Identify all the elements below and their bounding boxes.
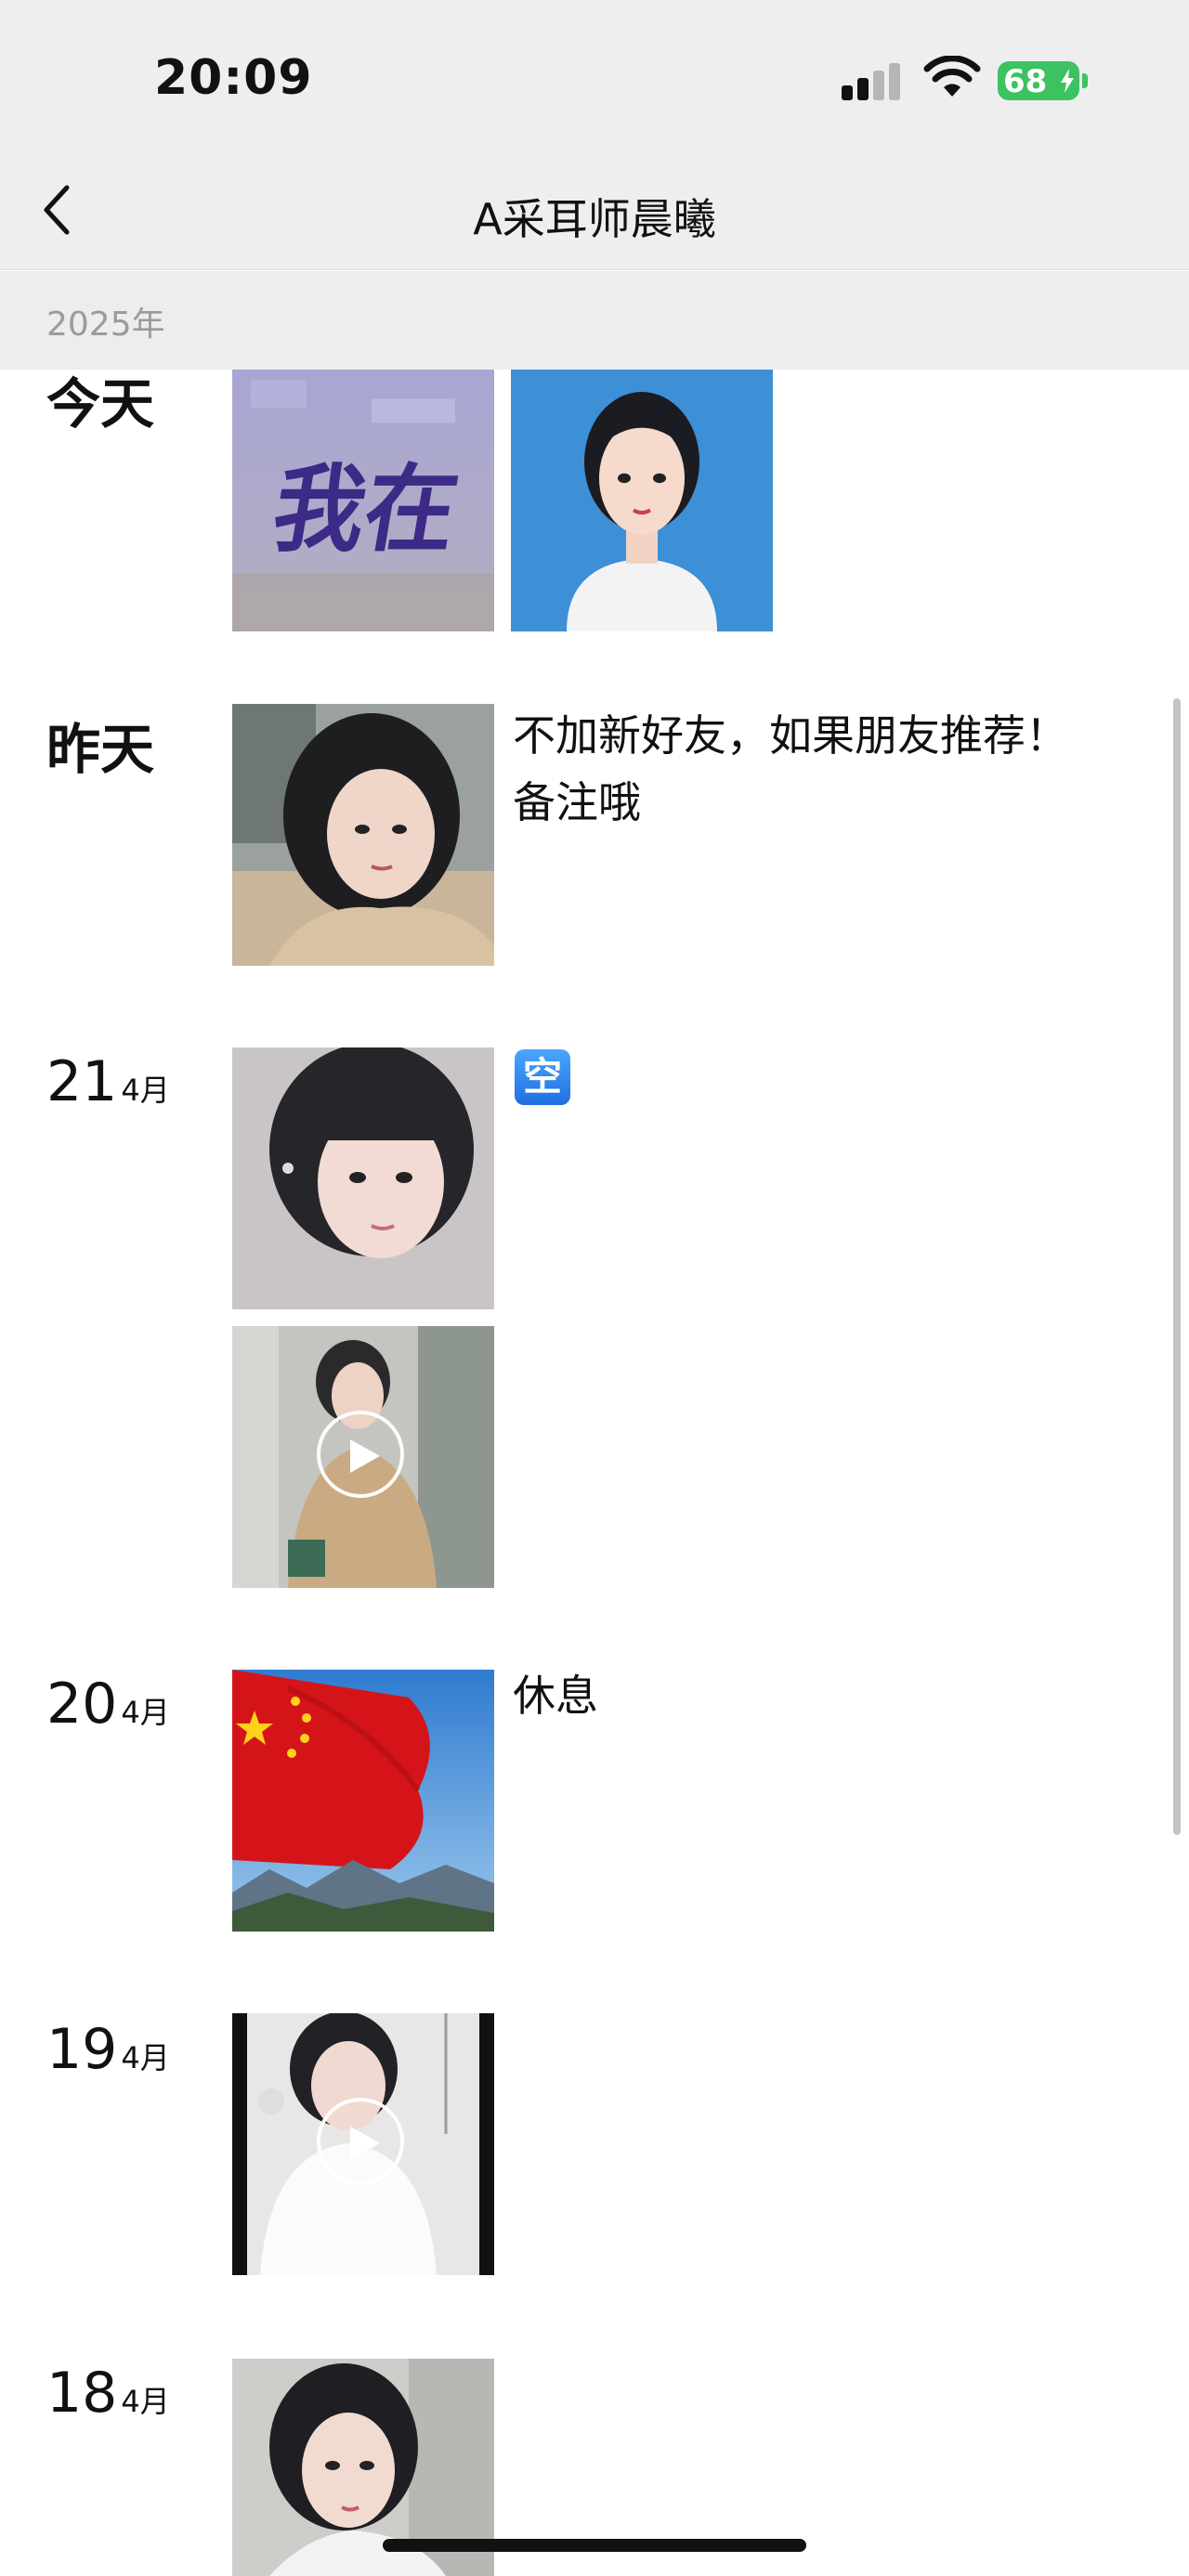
post-date-21: 21 4月: [46, 1049, 170, 1114]
post-text-20: 休息: [513, 1662, 1154, 1729]
date-month: 4月: [121, 2040, 170, 2075]
scrollbar[interactable]: [1173, 698, 1181, 1835]
post-image-calligraphy[interactable]: 我在: [232, 370, 494, 631]
home-indicator[interactable]: [383, 2539, 806, 2552]
wifi-icon: [923, 56, 981, 97]
post-text-yesterday: 不加新好友，如果朋友推荐！ 备注哦: [513, 702, 1154, 836]
post-day-yesterday: 昨天: [46, 718, 155, 781]
badge-kong: 空: [515, 1049, 570, 1105]
post-text-line: 不加新好友，如果朋友推荐！: [513, 710, 1068, 761]
date-day: 18: [46, 2361, 118, 2426]
year-label: 2025年: [46, 306, 165, 344]
cellular-signal-icon: [842, 61, 907, 100]
post-image-portrait-blue[interactable]: [511, 370, 773, 631]
date-day: 21: [46, 1049, 118, 1114]
post-text-line: 备注哦: [513, 777, 641, 827]
calligraphy-text: 我在: [266, 453, 466, 566]
post-video-white-shirt[interactable]: [232, 2013, 494, 2275]
year-header: 2025年: [0, 271, 1189, 370]
post-date-18: 18 4月: [46, 2361, 170, 2426]
date-day: 19: [46, 2017, 118, 2082]
post-date-20: 20 4月: [46, 1672, 170, 1737]
play-icon[interactable]: [317, 1411, 404, 1498]
date-day: 20: [46, 1672, 118, 1737]
date-month: 4月: [121, 1695, 170, 1730]
battery-icon: 68: [998, 61, 1088, 100]
post-day-today: 今天: [46, 372, 155, 436]
post-text-line: 休息: [513, 1671, 598, 1721]
charging-bolt-icon: [1061, 69, 1074, 93]
play-icon[interactable]: [317, 2098, 404, 2185]
page-title: A采耳师晨曦: [473, 194, 716, 244]
status-bar: 20:09 68: [0, 0, 1189, 158]
post-image-selfie-bed[interactable]: [232, 1047, 494, 1309]
date-month: 4月: [121, 1073, 170, 1108]
status-time: 20:09: [154, 50, 313, 106]
date-month: 4月: [121, 2384, 170, 2419]
post-date-19: 19 4月: [46, 2017, 170, 2082]
post-image-flag[interactable]: [232, 1670, 494, 1932]
post-video-towel[interactable]: [232, 1326, 494, 1588]
navigation-bar: A采耳师晨曦: [0, 149, 1189, 270]
post-image-selfie-car[interactable]: [232, 704, 494, 966]
battery-percent: 68: [1003, 63, 1048, 100]
